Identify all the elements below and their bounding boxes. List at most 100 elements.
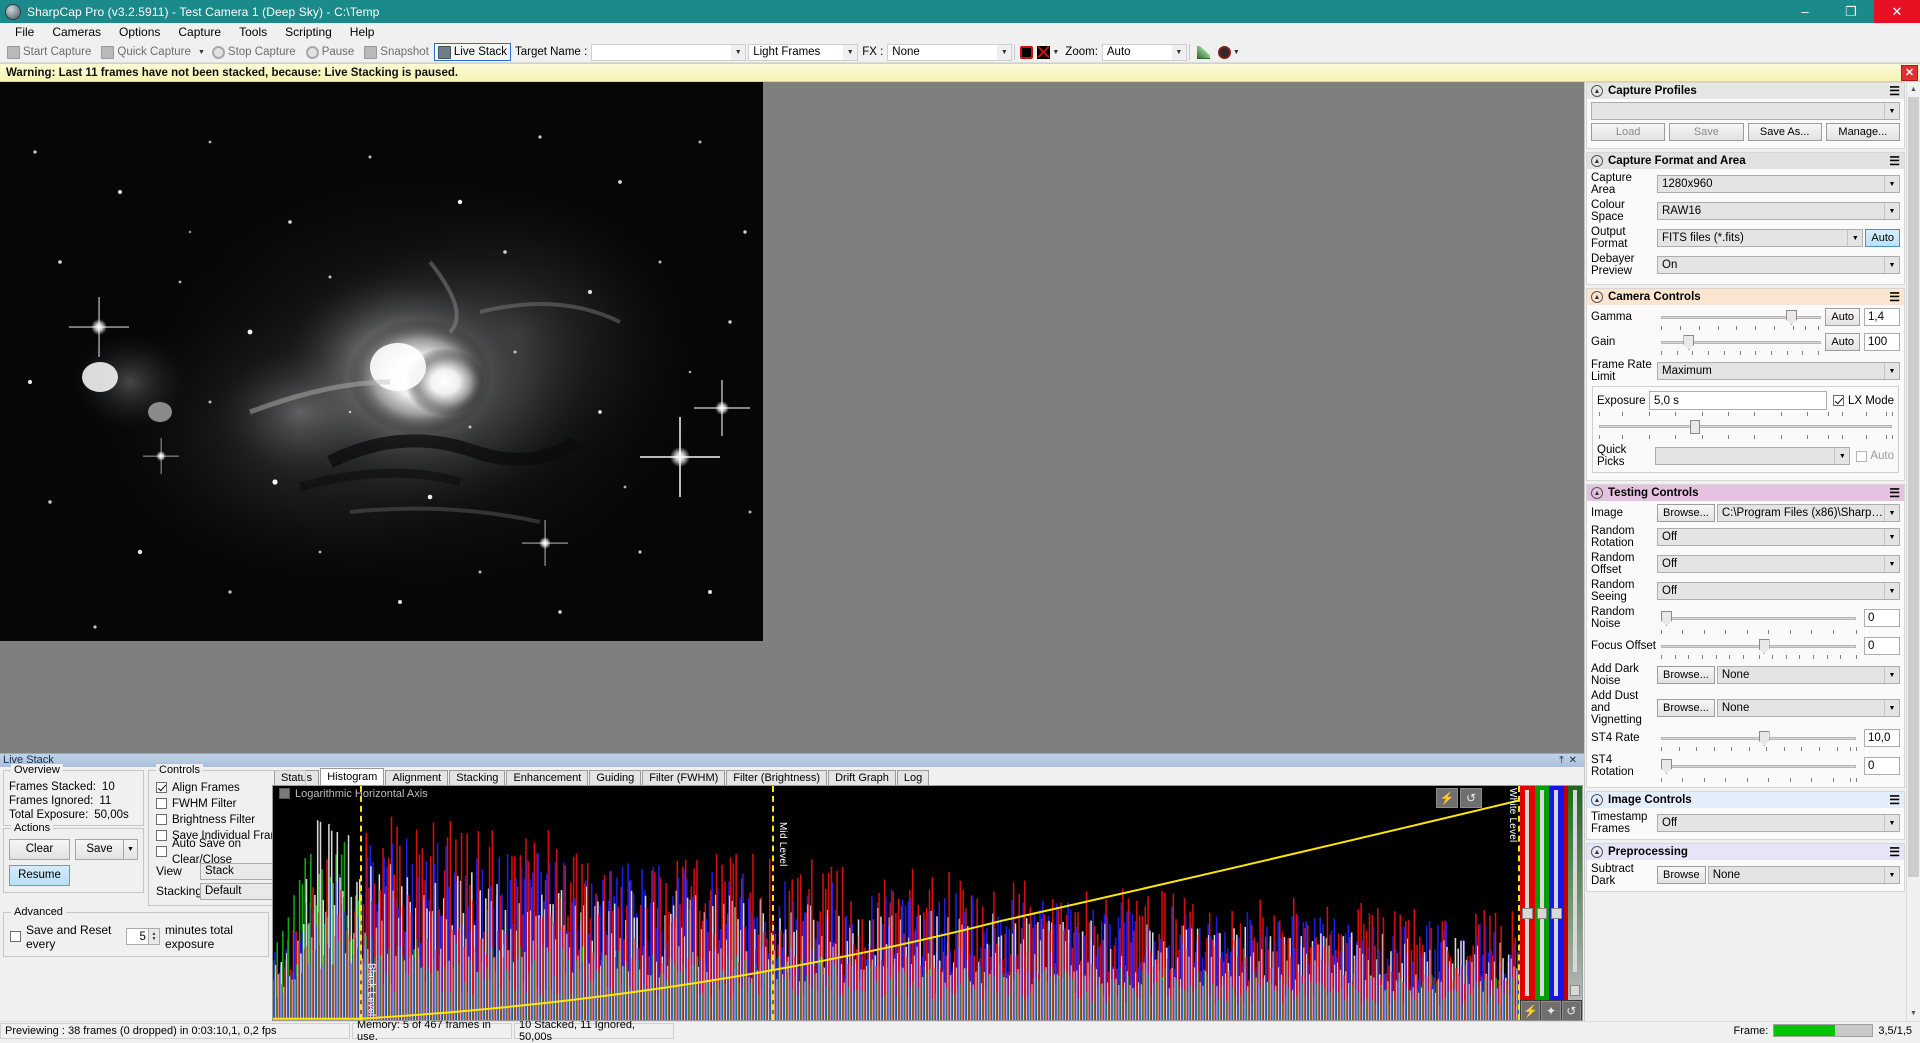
lx-mode-checkbox[interactable]	[1832, 395, 1844, 406]
image-controls-header[interactable]: ▲ Image Controls ☰	[1587, 792, 1904, 808]
tab-log[interactable]: Log	[896, 769, 930, 785]
chevron-down-icon[interactable]: ▼	[1884, 556, 1899, 572]
add-dust-browse-button[interactable]: Browse...	[1657, 699, 1715, 717]
save-as-profile-button[interactable]: Save As...	[1747, 123, 1822, 141]
chevron-down-icon[interactable]: ▼	[1847, 230, 1863, 246]
exposure-input[interactable]: 5,0 s	[1649, 391, 1827, 410]
capture-format-header[interactable]: ▲ Capture Format and Area ☰	[1587, 153, 1904, 169]
chevron-down-icon[interactable]: ▼	[1884, 505, 1899, 521]
gamma-slider[interactable]	[1661, 308, 1822, 326]
image-preview-area[interactable]	[0, 82, 1584, 753]
zoom-select[interactable]: Auto ▼	[1101, 43, 1187, 61]
focus-offset-slider[interactable]	[1661, 637, 1856, 655]
exposure-auto-checkbox[interactable]	[1856, 450, 1868, 462]
star-stretch-icon[interactable]: ✦	[1541, 1001, 1561, 1021]
reset-stretch-icon[interactable]: ↺	[1460, 787, 1482, 808]
chevron-down-icon[interactable]: ▼	[1884, 583, 1899, 599]
focus-offset-value-input[interactable]: 0	[1864, 637, 1900, 655]
start-capture-button[interactable]: Start Capture	[2, 43, 96, 62]
random-seeing-select[interactable]: Off ▼	[1657, 582, 1900, 600]
slider-thumb[interactable]	[1661, 759, 1672, 774]
quick-capture-dropdown-icon[interactable]: ▼	[196, 44, 207, 61]
pause-button[interactable]: Pause	[301, 43, 360, 62]
tab-filter-brightness[interactable]: Filter (Brightness)	[726, 769, 828, 785]
st4-rotation-value-input[interactable]: 0	[1864, 757, 1900, 775]
stop-capture-button[interactable]: Stop Capture	[207, 43, 301, 62]
chevron-down-icon[interactable]: ▼	[1884, 867, 1899, 883]
subtract-dark-select[interactable]: None ▼	[1707, 866, 1900, 884]
random-offset-select[interactable]: Off ▼	[1657, 555, 1900, 573]
load-profile-button[interactable]: Load	[1591, 123, 1666, 141]
slider-thumb[interactable]	[1786, 310, 1798, 325]
subtract-dark-browse-button[interactable]: Browse	[1657, 866, 1706, 884]
menu-icon[interactable]: ☰	[1889, 846, 1900, 858]
menu-icon[interactable]: ☰	[1889, 291, 1900, 303]
gamma-value-input[interactable]: 1,4	[1864, 308, 1900, 326]
chevron-down-icon[interactable]: ▼	[1171, 44, 1186, 60]
menu-file[interactable]: File	[6, 23, 43, 41]
save-reset-minutes-input[interactable]: 5	[125, 928, 148, 946]
chevron-up-icon[interactable]: ▲	[1591, 846, 1603, 858]
st4-rate-value-input[interactable]: 10,0	[1864, 729, 1900, 747]
manage-profiles-button[interactable]: Manage...	[1825, 123, 1900, 141]
save-profile-button[interactable]: Save	[1669, 123, 1744, 141]
blue-level-slider[interactable]	[1549, 785, 1564, 1000]
output-format-select[interactable]: FITS files (*.fits) ▼	[1657, 229, 1864, 247]
slider-thumb[interactable]	[1689, 420, 1700, 434]
save-reset-checkbox[interactable]	[10, 931, 21, 943]
gain-value-input[interactable]: 100	[1864, 333, 1900, 351]
scrollbar-thumb[interactable]	[1908, 97, 1919, 877]
chevron-down-icon[interactable]: ▼	[1884, 815, 1899, 831]
chevron-down-icon[interactable]: ▼	[1884, 529, 1899, 545]
menu-options[interactable]: Options	[110, 23, 169, 41]
random-noise-value-input[interactable]: 0	[1864, 609, 1900, 627]
scroll-up-icon[interactable]: ▲	[1907, 82, 1920, 97]
target-name-input[interactable]: ▼	[591, 43, 747, 61]
chevron-up-icon[interactable]: ▲	[1591, 85, 1603, 97]
tab-guiding[interactable]: Guiding	[589, 769, 642, 785]
reset-levels-icon[interactable]: ↺	[1561, 1001, 1581, 1021]
auto-stretch-icon[interactable]: ⚡	[1436, 787, 1458, 808]
menu-help[interactable]: Help	[341, 23, 384, 41]
panel-close-icon[interactable]: ✕	[1569, 755, 1577, 766]
clear-button[interactable]: Clear	[9, 838, 70, 860]
st4-rotation-slider[interactable]	[1661, 757, 1856, 775]
chevron-down-icon[interactable]: ▼	[1834, 448, 1850, 464]
save-reset-stepper[interactable]: ▲ ▼	[147, 928, 160, 946]
add-dust-select[interactable]: None ▼	[1716, 699, 1900, 717]
chevron-up-icon[interactable]: ▲	[1591, 155, 1603, 167]
chevron-down-icon[interactable]: ▼	[1884, 203, 1899, 219]
tab-stacking[interactable]: Stacking	[449, 769, 506, 785]
pin-icon[interactable]: ⤒	[1559, 755, 1563, 766]
minimize-button[interactable]: –	[1782, 0, 1828, 23]
timestamp-frames-select[interactable]: Off ▼	[1657, 814, 1900, 832]
testing-controls-header[interactable]: ▲ Testing Controls ☰	[1587, 485, 1904, 501]
chevron-up-icon[interactable]: ▲	[1591, 794, 1603, 806]
preprocessing-header[interactable]: ▲ Preprocessing ☰	[1587, 844, 1904, 860]
menu-icon[interactable]: ☰	[1889, 85, 1900, 97]
exposure-slider[interactable]	[1599, 417, 1892, 435]
gamma-level-slider[interactable]	[1567, 785, 1582, 1000]
save-stack-button[interactable]: Save	[75, 838, 123, 860]
log-axis-checkbox[interactable]: Logarithmic Horizontal Axis	[279, 788, 428, 800]
tab-enhancement[interactable]: Enhancement	[506, 769, 589, 785]
maximize-button[interactable]: ❐	[1828, 0, 1874, 23]
mid-level-marker[interactable]	[771, 785, 774, 1020]
chevron-down-icon[interactable]: ▼	[1884, 257, 1899, 273]
test-image-browse-button[interactable]: Browse...	[1657, 504, 1715, 522]
st4-rate-slider[interactable]	[1661, 729, 1856, 747]
gain-auto-button[interactable]: Auto	[1825, 333, 1860, 351]
tab-filter-fwhm[interactable]: Filter (FWHM)	[642, 769, 726, 785]
random-noise-slider[interactable]	[1661, 609, 1856, 627]
debayer-preview-select[interactable]: On ▼	[1657, 256, 1900, 274]
chevron-down-icon[interactable]: ▼	[1884, 700, 1899, 716]
red-level-slider[interactable]	[1520, 785, 1535, 1000]
menu-scripting[interactable]: Scripting	[276, 23, 341, 41]
selection-dropdown-icon[interactable]: ▼	[1050, 44, 1061, 61]
fx-select[interactable]: None ▼	[887, 43, 1013, 61]
menu-capture[interactable]: Capture	[169, 23, 230, 41]
slider-thumb[interactable]	[1758, 731, 1770, 746]
frame-rate-limit-select[interactable]: Maximum ▼	[1657, 362, 1900, 380]
chevron-down-icon[interactable]: ▼	[1884, 363, 1899, 379]
colour-space-select[interactable]: RAW16 ▼	[1657, 202, 1900, 220]
